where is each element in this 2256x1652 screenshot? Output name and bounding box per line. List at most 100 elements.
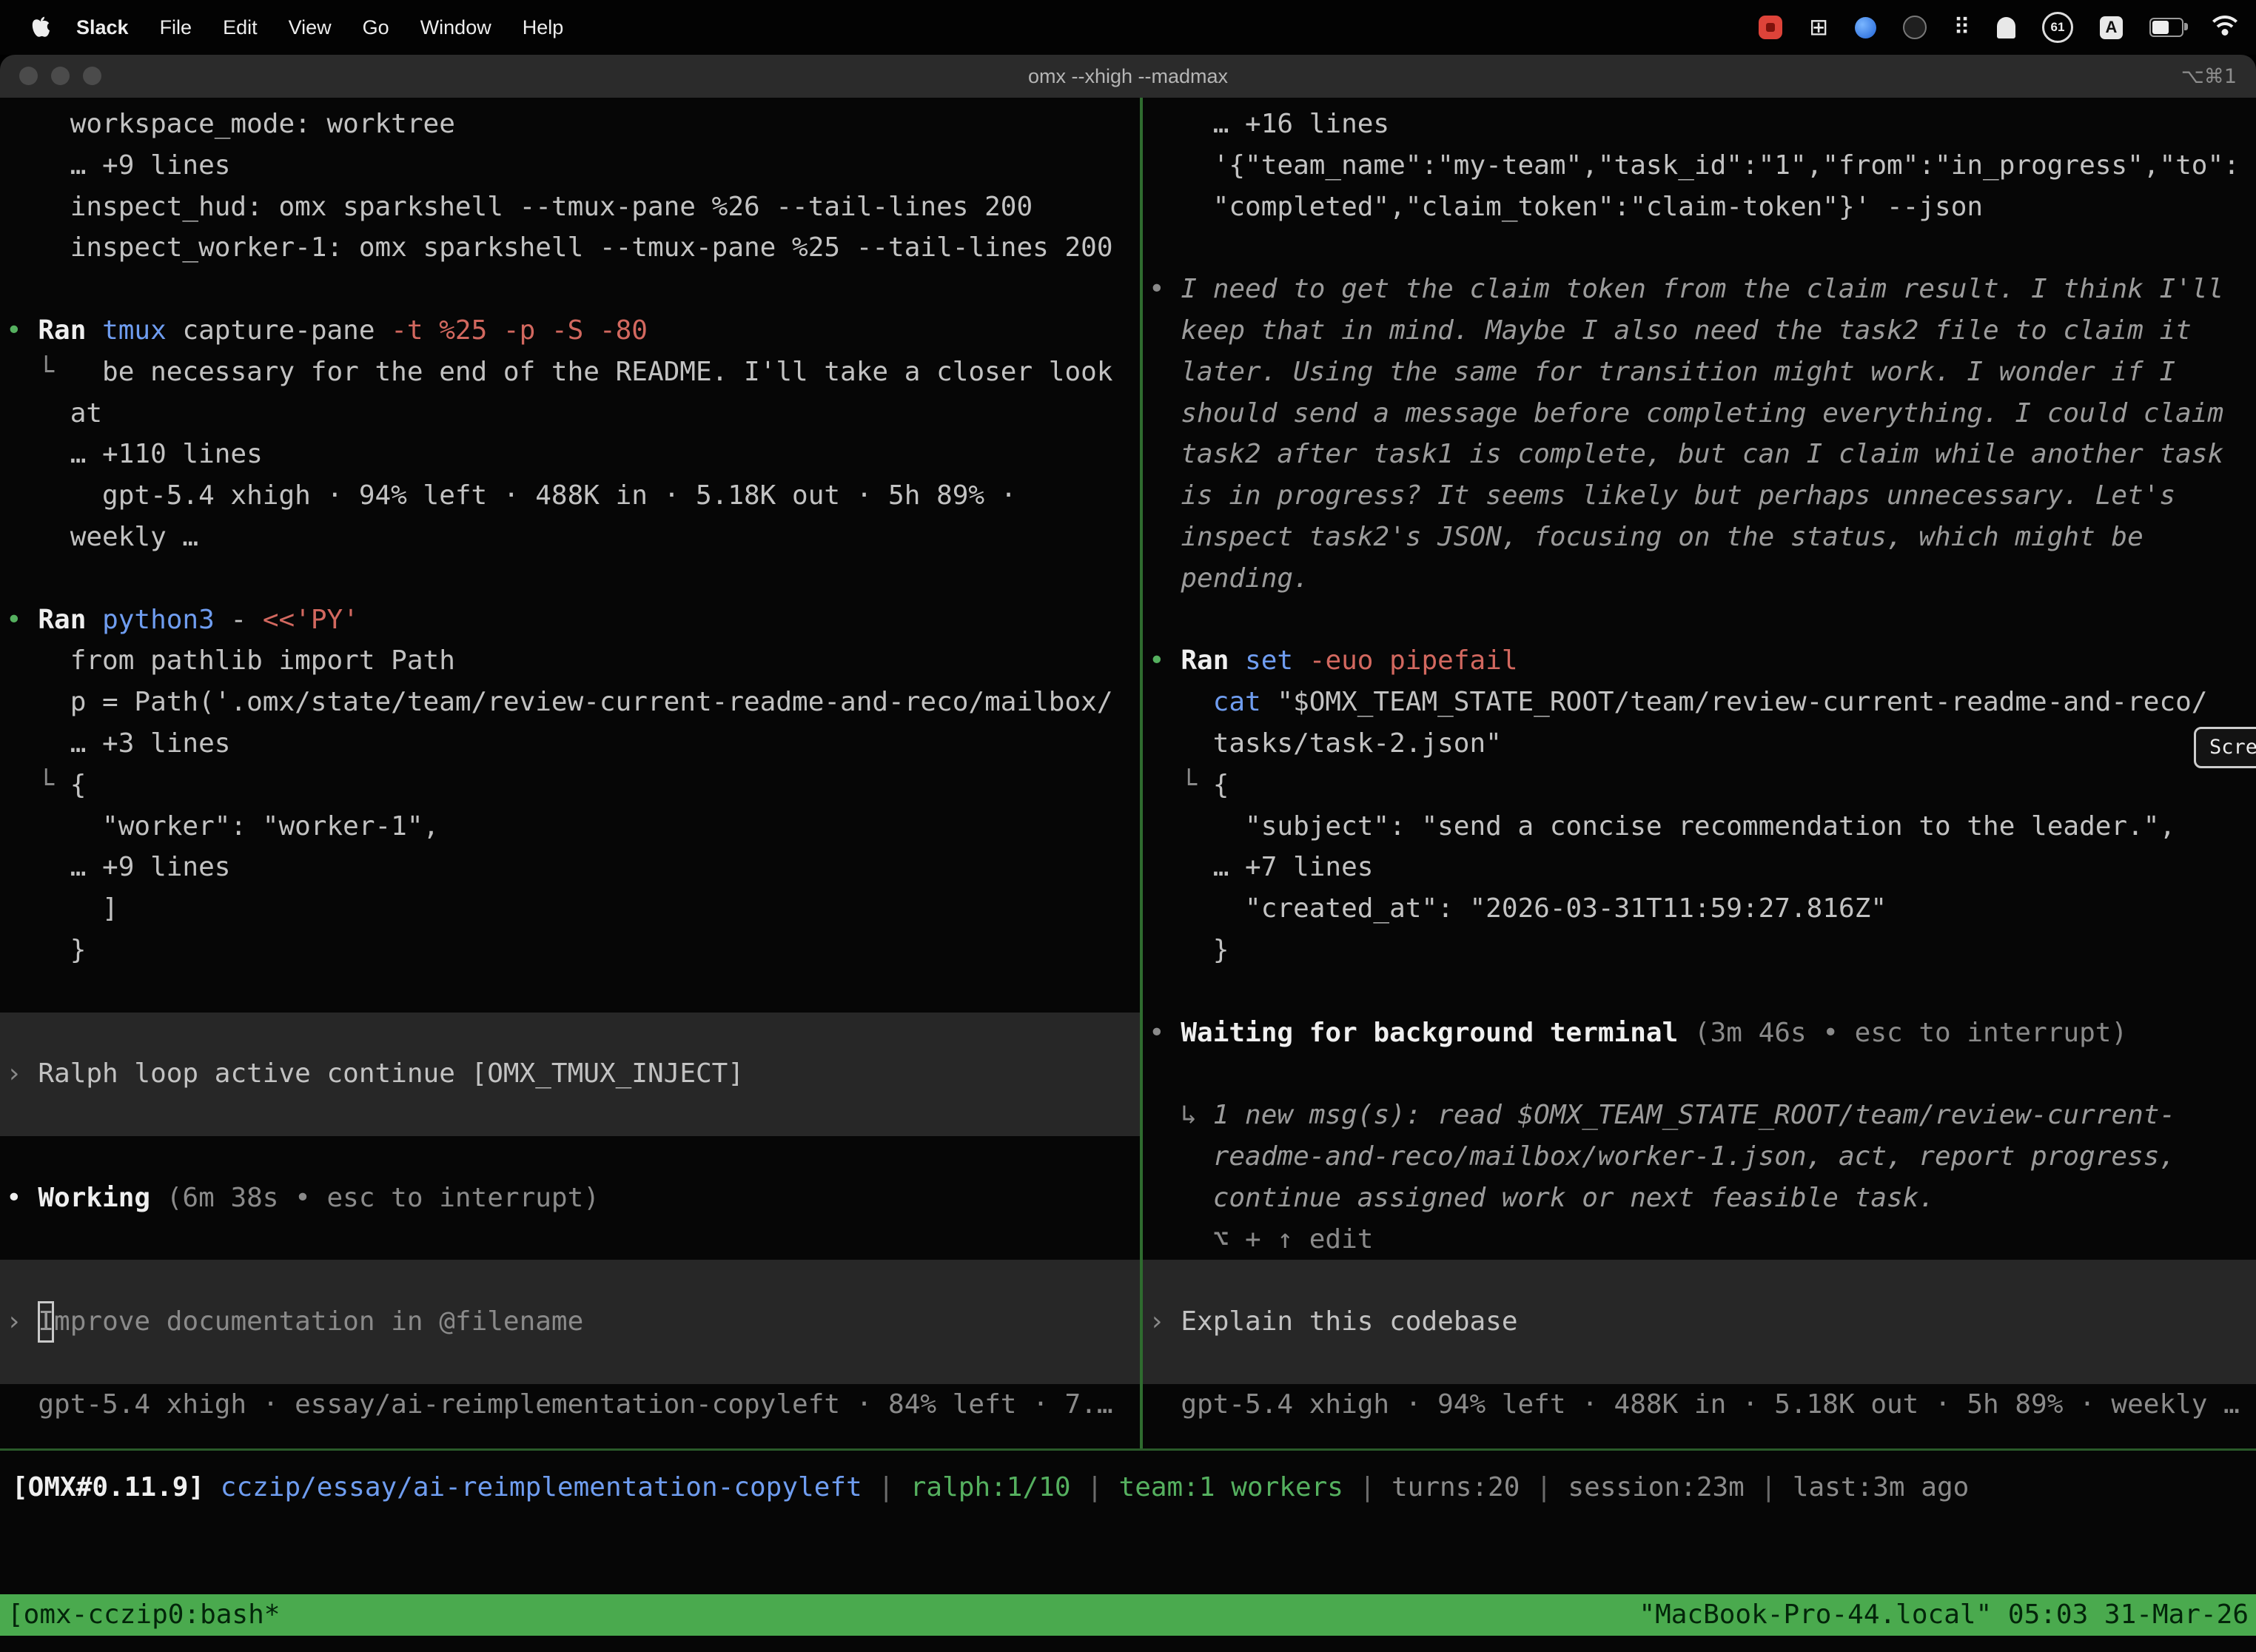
terminal-line: task2 after task1 is complete, but can I… bbox=[1149, 434, 2256, 475]
terminal-text-red: -t %25 -p -S -80 bbox=[391, 315, 648, 346]
terminal-line: at bbox=[6, 393, 1140, 434]
minimize-window-button[interactable] bbox=[51, 67, 70, 85]
terminal-text-green: • bbox=[1149, 645, 1181, 676]
terminal-line bbox=[6, 1136, 1140, 1178]
terminal-line: gpt-5.4 xhigh · 94% left · 488K in · 5.1… bbox=[1149, 1384, 2256, 1426]
terminal-text-think: pending. bbox=[1149, 563, 1309, 594]
terminal-line bbox=[6, 558, 1140, 600]
terminal-text-bold: Ran bbox=[1181, 645, 1245, 676]
terminal-text-fg: } bbox=[6, 935, 86, 965]
battery-icon[interactable] bbox=[2149, 18, 2183, 37]
terminal-line: └ be necessary for the end of the README… bbox=[6, 352, 1140, 393]
apple-menu-icon[interactable] bbox=[21, 16, 61, 39]
terminal-text-think: keep that in mind. Maybe I also need the… bbox=[1149, 315, 2192, 346]
terminal-line: } bbox=[6, 930, 1140, 971]
terminal-text-fg: … +110 lines bbox=[6, 439, 263, 469]
close-window-button[interactable] bbox=[19, 67, 38, 85]
prompt-row[interactable] bbox=[1143, 1343, 2256, 1384]
terminal-text-fg: workspace_mode: worktree bbox=[6, 109, 455, 139]
terminal-line: cat "$OMX_TEAM_STATE_ROOT/team/review-cu… bbox=[1149, 682, 2256, 723]
terminal-line: pending. bbox=[1149, 558, 2256, 600]
terminal-line bbox=[6, 269, 1140, 310]
screen-recording-stop-icon[interactable] bbox=[1759, 16, 1782, 39]
zoom-window-button[interactable] bbox=[83, 67, 101, 85]
window-title: omx --xhigh --madmax bbox=[1028, 65, 1228, 88]
prompt-row[interactable] bbox=[1143, 1260, 2256, 1301]
terminal-line: p = Path('.omx/state/team/review-current… bbox=[6, 682, 1140, 723]
menu-help[interactable]: Help bbox=[507, 16, 580, 38]
input-source-icon[interactable]: A bbox=[2100, 16, 2123, 39]
terminal-text-fg: be necessary for the end of the README. … bbox=[70, 357, 1113, 387]
terminal-text-bold: Waiting for background terminal bbox=[1181, 1018, 1694, 1048]
prompt-row[interactable]: › Ralph loop active continue [OMX_TMUX_I… bbox=[0, 1053, 1140, 1095]
terminal-line: tasks/task-2.json" bbox=[1149, 723, 2256, 765]
prompt-row[interactable] bbox=[0, 1343, 1140, 1384]
terminal-line: "worker": "worker-1", bbox=[6, 806, 1140, 847]
terminal-text-think: readme-and-reco/mailbox/worker-1.json, a… bbox=[1149, 1141, 2175, 1172]
terminal-line: "subject": "send a concise recommendatio… bbox=[1149, 806, 2256, 847]
blue-orb-app-icon[interactable] bbox=[1855, 17, 1876, 38]
terminal-text-dim: session:23m bbox=[1568, 1472, 1744, 1502]
terminal-text-dim: gpt-5.4 xhigh · essay/ai-reimplementatio… bbox=[6, 1389, 1113, 1420]
terminal-text-fg: } bbox=[1149, 935, 1229, 965]
terminal-line: gpt-5.4 xhigh · essay/ai-reimplementatio… bbox=[6, 1384, 1140, 1426]
terminal-text-dim: (3m 46s • esc to interrupt) bbox=[1694, 1018, 2127, 1048]
menu-edit[interactable]: Edit bbox=[207, 16, 273, 38]
prompt-row[interactable] bbox=[0, 1095, 1140, 1136]
terminal-text-think: task2 after task1 is complete, but can I… bbox=[1149, 439, 2223, 469]
menu-view[interactable]: View bbox=[273, 16, 347, 38]
terminal-line: } bbox=[1149, 930, 2256, 971]
terminal-line: • Working (6m 38s • esc to interrupt) bbox=[6, 1178, 1140, 1219]
terminal-text-blue: cat bbox=[1149, 687, 1277, 717]
terminal-text-dim: └ bbox=[6, 770, 70, 800]
terminal-line: workspace_mode: worktree bbox=[6, 104, 1140, 145]
prompt-row[interactable] bbox=[0, 1260, 1140, 1301]
terminal-text-fg: capture-pane bbox=[182, 315, 391, 346]
prompt-row[interactable]: › Explain this codebase bbox=[1143, 1301, 2256, 1343]
terminal-text-dim: › bbox=[6, 1306, 38, 1337]
terminal-line: ↳ 1 new msg(s): read $OMX_TEAM_STATE_ROO… bbox=[1149, 1095, 2256, 1136]
battery-fill bbox=[2152, 21, 2169, 34]
terminal-text-sep: | bbox=[1343, 1472, 1391, 1502]
window-titlebar[interactable]: omx --xhigh --madmax ⌥⌘1 bbox=[0, 55, 2256, 98]
terminal-text-fg: … +9 lines bbox=[6, 150, 230, 181]
terminal-text-dim: gpt-5.4 xhigh · 94% left · 488K in · 5.1… bbox=[1149, 1389, 2240, 1420]
window-tiling-grid-icon[interactable]: ⊞ bbox=[1809, 16, 1828, 39]
terminal-text-think: later. Using the same for transition mig… bbox=[1149, 357, 2175, 387]
terminal-text-fg: { bbox=[1213, 770, 1229, 800]
terminal-text-bold: [OMX#0.11.9] bbox=[12, 1472, 221, 1502]
prompt-row[interactable] bbox=[0, 1013, 1140, 1054]
pane-right[interactable]: … +16 lines '{"team_name":"my-team","tas… bbox=[1143, 98, 2256, 1448]
wifi-icon[interactable] bbox=[2210, 16, 2240, 39]
terminal-text-fg: "subject": "send a concise recommendatio… bbox=[1149, 811, 2175, 842]
terminal-text-dim: • bbox=[1149, 274, 1181, 304]
terminal-text-sep: | bbox=[1071, 1472, 1119, 1502]
terminal-line: "completed","claim_token":"claim-token"}… bbox=[1149, 187, 2256, 228]
terminal-line: inspect_worker-1: omx sparkshell --tmux-… bbox=[6, 227, 1140, 269]
pane-left-content: workspace_mode: worktree … +9 lines insp… bbox=[6, 104, 1140, 1426]
menubar: SlackFileEditViewGoWindowHelp ⊞ ⠿ 61 A bbox=[0, 0, 2256, 55]
terminal-text-fg: "$OMX_TEAM_STATE_ROOT/team/review-curren… bbox=[1277, 687, 2207, 717]
prompt-row[interactable]: › Improve documentation in @filename bbox=[0, 1301, 1140, 1343]
dots-grid-icon[interactable]: ⠿ bbox=[1953, 16, 1970, 39]
pane-left[interactable]: workspace_mode: worktree … +9 lines insp… bbox=[0, 98, 1140, 1448]
terminal-text-fg: { bbox=[70, 770, 87, 800]
terminal-text-fg: "completed","claim_token":"claim-token"}… bbox=[1149, 192, 1983, 222]
terminal-text-cursor: I bbox=[38, 1301, 54, 1343]
dark-orb-app-icon[interactable] bbox=[1903, 16, 1927, 39]
terminal-line: weekly … bbox=[6, 517, 1140, 558]
menu-slack[interactable]: Slack bbox=[61, 16, 144, 38]
menu-file[interactable]: File bbox=[144, 16, 208, 38]
terminal-text-dim: last:3m ago bbox=[1793, 1472, 1969, 1502]
terminal-line: └ { bbox=[1149, 765, 2256, 806]
menu-window[interactable]: Window bbox=[405, 16, 507, 38]
battery-percentage-badge[interactable]: 61 bbox=[2042, 12, 2073, 43]
tmux-status-bar: [omx-cczip0:bash* "MacBook-Pro-44.local"… bbox=[0, 1594, 2256, 1636]
terminal-line: • I need to get the claim token from the… bbox=[1149, 269, 2256, 310]
ghost-app-icon[interactable] bbox=[1997, 17, 2015, 38]
terminal-text-bold: Ran bbox=[38, 315, 102, 346]
terminal-text-fg: Ralph loop active continue [OMX_TMUX_INJ… bbox=[38, 1058, 744, 1089]
menu-go[interactable]: Go bbox=[347, 16, 405, 38]
terminal-line: • Ran set -euo pipefail bbox=[1149, 640, 2256, 682]
terminal-text-fg: … +7 lines bbox=[1149, 852, 1373, 882]
